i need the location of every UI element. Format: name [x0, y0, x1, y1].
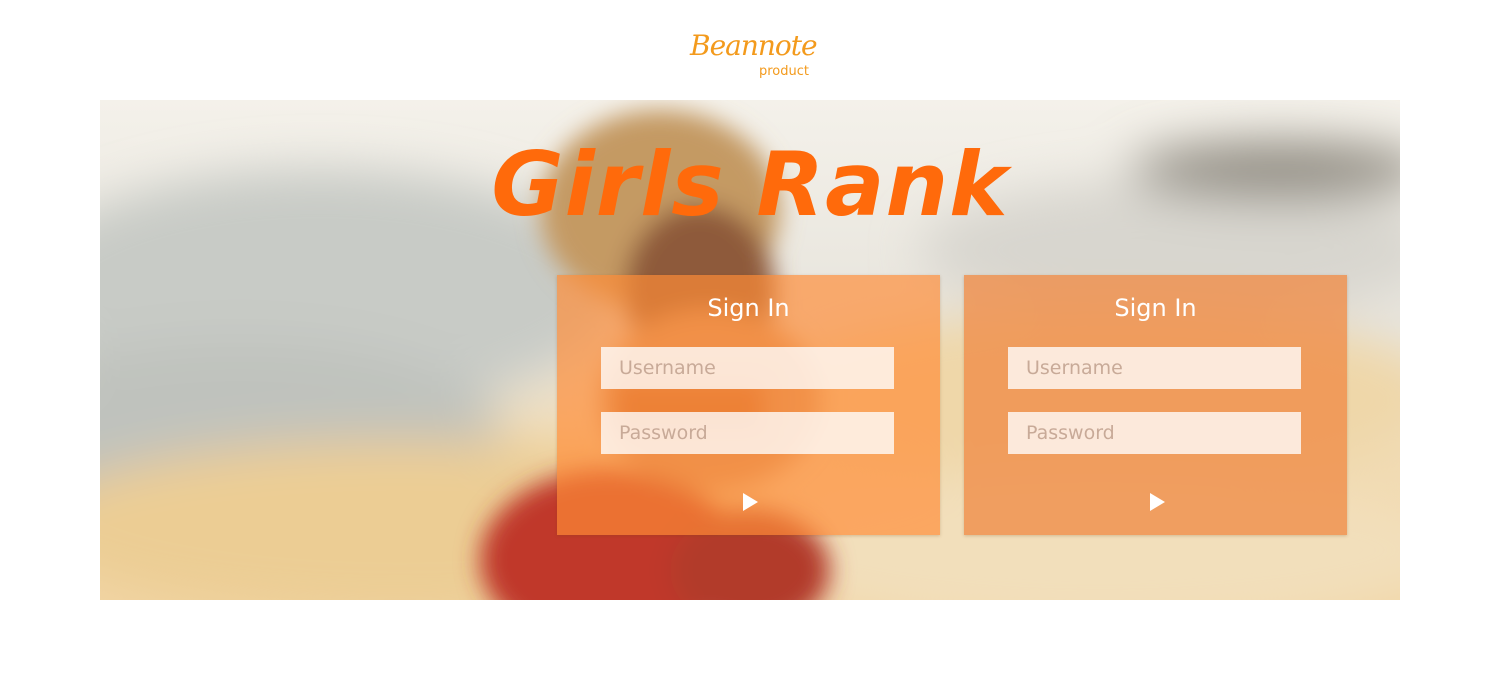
password-input[interactable] — [1008, 412, 1301, 454]
sign-in-submit-button[interactable] — [733, 485, 765, 513]
hero-banner: Girls Rank Sign In Sign In — [100, 100, 1400, 600]
logo-subtext: product — [759, 64, 810, 79]
password-input[interactable] — [601, 412, 894, 454]
login-page: Beannote product Girls Rank Sign In User… — [0, 0, 1500, 700]
username-input[interactable] — [601, 347, 894, 389]
username-input[interactable] — [1008, 347, 1301, 389]
page-title: Girls Rank — [491, 133, 1009, 236]
sign-in-card: Sign In — [964, 275, 1347, 535]
brand-logo: Beannote product — [690, 28, 820, 84]
sign-in-card: Sign In — [557, 275, 940, 535]
sign-in-heading: Sign In — [707, 294, 790, 322]
sign-in-heading: Sign In — [1114, 294, 1197, 322]
play-icon — [1150, 493, 1165, 511]
sign-in-submit-button[interactable] — [1140, 485, 1172, 513]
play-icon — [743, 493, 758, 511]
logo-wordmark: Beannote — [690, 29, 818, 62]
